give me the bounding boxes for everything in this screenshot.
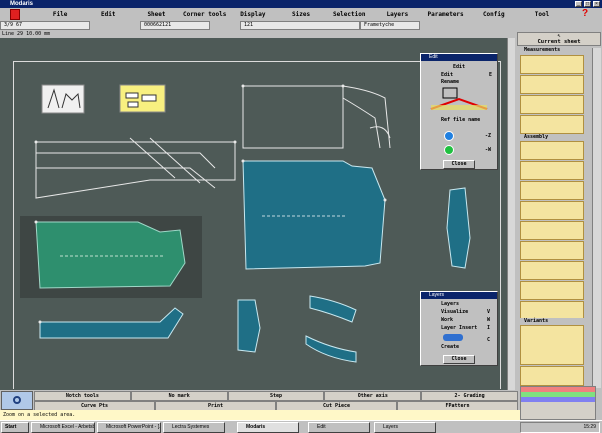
magnifier-icon <box>13 396 21 404</box>
blue-circle-icon[interactable] <box>444 131 454 141</box>
clock: 15:29 <box>583 424 596 430</box>
menu-bar: File Edit Sheet Corner tools Display Siz… <box>0 8 602 21</box>
layers-close-button[interactable]: Close <box>443 355 475 364</box>
curve-piece-2 <box>309 295 357 323</box>
create-key: C <box>487 337 491 343</box>
menu-file[interactable]: File <box>36 11 84 18</box>
taskbar-lectra[interactable]: Lectra Systemes <box>163 422 225 433</box>
window-title: Modaris <box>0 0 602 8</box>
step-button[interactable]: Step <box>227 391 325 401</box>
info-bar: 3/9 67 000662121 121 Frametyche <box>0 21 515 30</box>
assembly-tool-3[interactable] <box>520 181 584 200</box>
notch-tools-button[interactable]: Notch tools <box>34 391 131 401</box>
sleeve-piece <box>446 187 471 269</box>
edit-label: Edit <box>453 64 466 70</box>
visualize-key: V <box>487 309 491 315</box>
layers-dialog: Layers Layers Visualize V Work W Layer I… <box>420 291 498 366</box>
edit-dialog-title: Edit <box>421 54 497 61</box>
edit-dialog: Edit Edit Edit E Rename Ref file name -Z… <box>420 53 498 170</box>
rename-preview-icon <box>430 87 488 110</box>
size-swatch-panel[interactable] <box>520 386 596 420</box>
status-line: Zoom on a selected area. <box>0 410 520 420</box>
edit-v2: -W <box>485 147 492 153</box>
assembly-tool-2[interactable] <box>520 161 584 180</box>
app-icon[interactable] <box>10 9 20 20</box>
menu-selection[interactable]: Selection <box>325 11 373 18</box>
edit-key: E <box>489 72 493 78</box>
zoom-button[interactable] <box>1 391 33 410</box>
create-layer-icon[interactable] <box>443 334 463 341</box>
work-key: W <box>487 317 491 323</box>
strip-piece <box>39 307 184 339</box>
layer-insert-item[interactable]: Layer Insert <box>441 325 477 331</box>
layers-dialog-title: Layers <box>421 292 497 299</box>
menu-sheet[interactable]: Sheet <box>132 11 180 18</box>
green-pattern-piece <box>35 221 186 289</box>
system-tray: 15:29 <box>520 422 600 433</box>
curve-piece-3 <box>305 335 357 363</box>
section-assembly[interactable]: Assembly <box>517 134 601 141</box>
other-axis-button[interactable]: Other axis <box>324 391 422 401</box>
menu-tool[interactable]: Tool <box>518 11 566 18</box>
no-mark-button[interactable]: No mark <box>130 391 228 401</box>
canvas-scrollbar[interactable] <box>507 38 515 390</box>
bottom-row-1: Notch tools No mark Step Other axis 2- G… <box>34 391 518 401</box>
section-measurements[interactable]: Measurements <box>517 47 601 54</box>
menu-edit[interactable]: Edit <box>84 11 132 18</box>
current-sheet-header[interactable]: ⇖ Current sheet <box>517 32 601 46</box>
model-picture-icon <box>41 84 85 114</box>
create-item[interactable]: Create <box>441 344 459 350</box>
edit-item[interactable]: Edit <box>441 72 453 78</box>
variants-tool-2[interactable] <box>520 366 584 386</box>
maximize-button[interactable]: □ <box>584 1 591 7</box>
assembly-tool-7[interactable] <box>520 261 584 280</box>
measure-seam-tool[interactable] <box>520 115 584 134</box>
assembly-tool-5[interactable] <box>520 221 584 240</box>
menu-corner-tools[interactable]: Corner tools <box>181 11 229 18</box>
start-button[interactable]: Start <box>1 422 29 433</box>
variants-table-tool[interactable] <box>520 325 584 365</box>
minimize-button[interactable]: _ <box>575 1 582 7</box>
taskbar-layers[interactable]: Layers <box>374 422 436 433</box>
measure-curve-tool[interactable] <box>520 95 584 114</box>
menu-display[interactable]: Display <box>229 11 277 18</box>
assembly-tool-8[interactable] <box>520 281 584 300</box>
num-field: 121 <box>240 21 360 30</box>
ref-file-name[interactable]: Ref file name <box>441 117 480 123</box>
size-field: 3/9 67 <box>0 21 90 30</box>
work-item[interactable]: Work <box>441 317 453 323</box>
close-window-button[interactable]: × <box>593 1 600 7</box>
visualize-item[interactable]: Visualize <box>441 309 468 315</box>
blue-pattern-piece <box>242 160 386 270</box>
layer-insert-key: I <box>487 325 491 331</box>
taskbar-modaris[interactable]: Modaris <box>237 422 299 433</box>
code-field: 000662121 <box>140 21 210 30</box>
taskbar-edit[interactable]: Edit <box>308 422 370 433</box>
taskbar-powerpoint[interactable]: Microsoft PowerPoint - [... <box>97 422 161 433</box>
help-icon[interactable]: ? <box>582 8 588 19</box>
name-field: Frametyche <box>360 21 420 30</box>
assembly-tool-1[interactable] <box>520 141 584 160</box>
taskbar: Start Microsoft Excel - Arbetsbok1 Micro… <box>0 420 602 433</box>
grading-button[interactable]: 2- Grading <box>421 391 518 401</box>
menu-sizes[interactable]: Sizes <box>277 11 325 18</box>
edit-v1: -Z <box>485 133 492 139</box>
line-info: Line 29 10.00 mm <box>0 30 515 38</box>
menu-parameters[interactable]: Parameters <box>422 11 470 18</box>
taskbar-excel[interactable]: Microsoft Excel - Arbetsbok1 <box>31 422 95 433</box>
layers-label: Layers <box>441 301 460 307</box>
green-circle-icon[interactable] <box>444 145 454 155</box>
tape-measure-tool[interactable] <box>520 75 584 94</box>
measure-table-tool[interactable] <box>520 55 584 74</box>
menu-layers[interactable]: Layers <box>373 11 421 18</box>
menu-config[interactable]: Config <box>470 11 518 18</box>
assembly-tool-4[interactable] <box>520 201 584 220</box>
assembly-tool-6[interactable] <box>520 241 584 260</box>
curve-piece-1 <box>237 299 261 353</box>
edit-close-button[interactable]: Close <box>443 160 475 169</box>
panel-scrollbar[interactable] <box>592 48 601 388</box>
section-variants[interactable]: Variants <box>517 318 601 325</box>
